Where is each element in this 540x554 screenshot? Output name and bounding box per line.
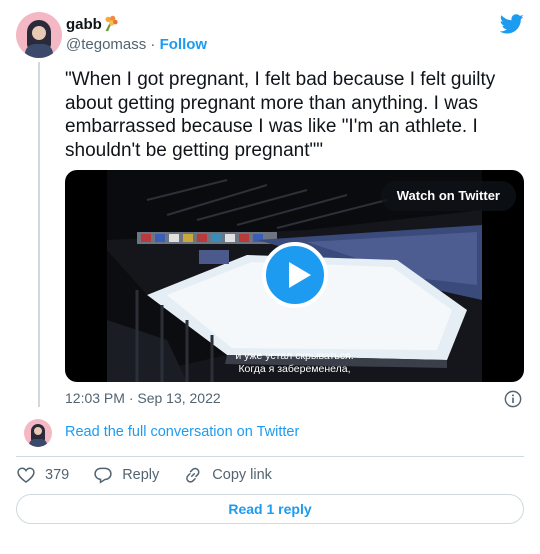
thread-line [38,62,40,407]
copy-link-label: Copy link [212,467,272,483]
tweet-text: "When I got pregnant, I felt bad because… [65,69,496,161]
avatar-small-body [29,439,47,447]
reply-button[interactable]: Reply [93,465,159,485]
play-icon[interactable] [262,242,328,308]
avatar-body [25,44,53,58]
subtitle-line-1: и уже устал скрываться. [235,350,354,362]
subtitle-line-2: Когда я забеременела, [238,363,351,375]
like-button[interactable]: 379 [16,465,69,485]
divider [16,456,524,457]
info-icon[interactable] [504,390,522,408]
video-subtitles: и уже устал скрываться. Когда я забереме… [65,350,524,376]
avatar-small-face [34,427,42,435]
tweet-embed-card: gabb @tegomass · Follow "When I got preg… [0,0,540,554]
avatar[interactable] [16,12,62,58]
like-count: 379 [45,467,70,483]
avatar-small[interactable] [24,419,52,447]
twitter-bird-icon[interactable] [500,12,524,36]
author-handle[interactable]: @tegomass [66,36,146,53]
bouquet-emoji-icon [105,15,118,32]
read-replies-button[interactable]: Read 1 reply [16,494,524,524]
read-conversation-link[interactable]: Read the full conversation on Twitter [65,424,299,440]
watch-on-twitter-button[interactable]: Watch on Twitter [380,181,516,211]
author-name[interactable]: gabb [66,16,102,33]
heart-icon [17,467,35,484]
handle-row: @tegomass · Follow [66,36,207,53]
reply-label: Reply [122,467,160,483]
video-player[interactable]: Watch on Twitter и уже устал скрываться.… [65,170,524,382]
follow-button[interactable]: Follow [160,36,208,53]
separator: · [146,36,160,53]
avatar-face [32,26,46,40]
action-bar: 379 Reply Copy link [16,464,272,486]
copy-link-button[interactable]: Copy link [183,465,272,485]
tweet-timestamp[interactable]: 12:03 PM · Sep 13, 2022 [65,390,221,406]
reply-bubble-icon [94,467,112,484]
link-icon [186,467,200,483]
